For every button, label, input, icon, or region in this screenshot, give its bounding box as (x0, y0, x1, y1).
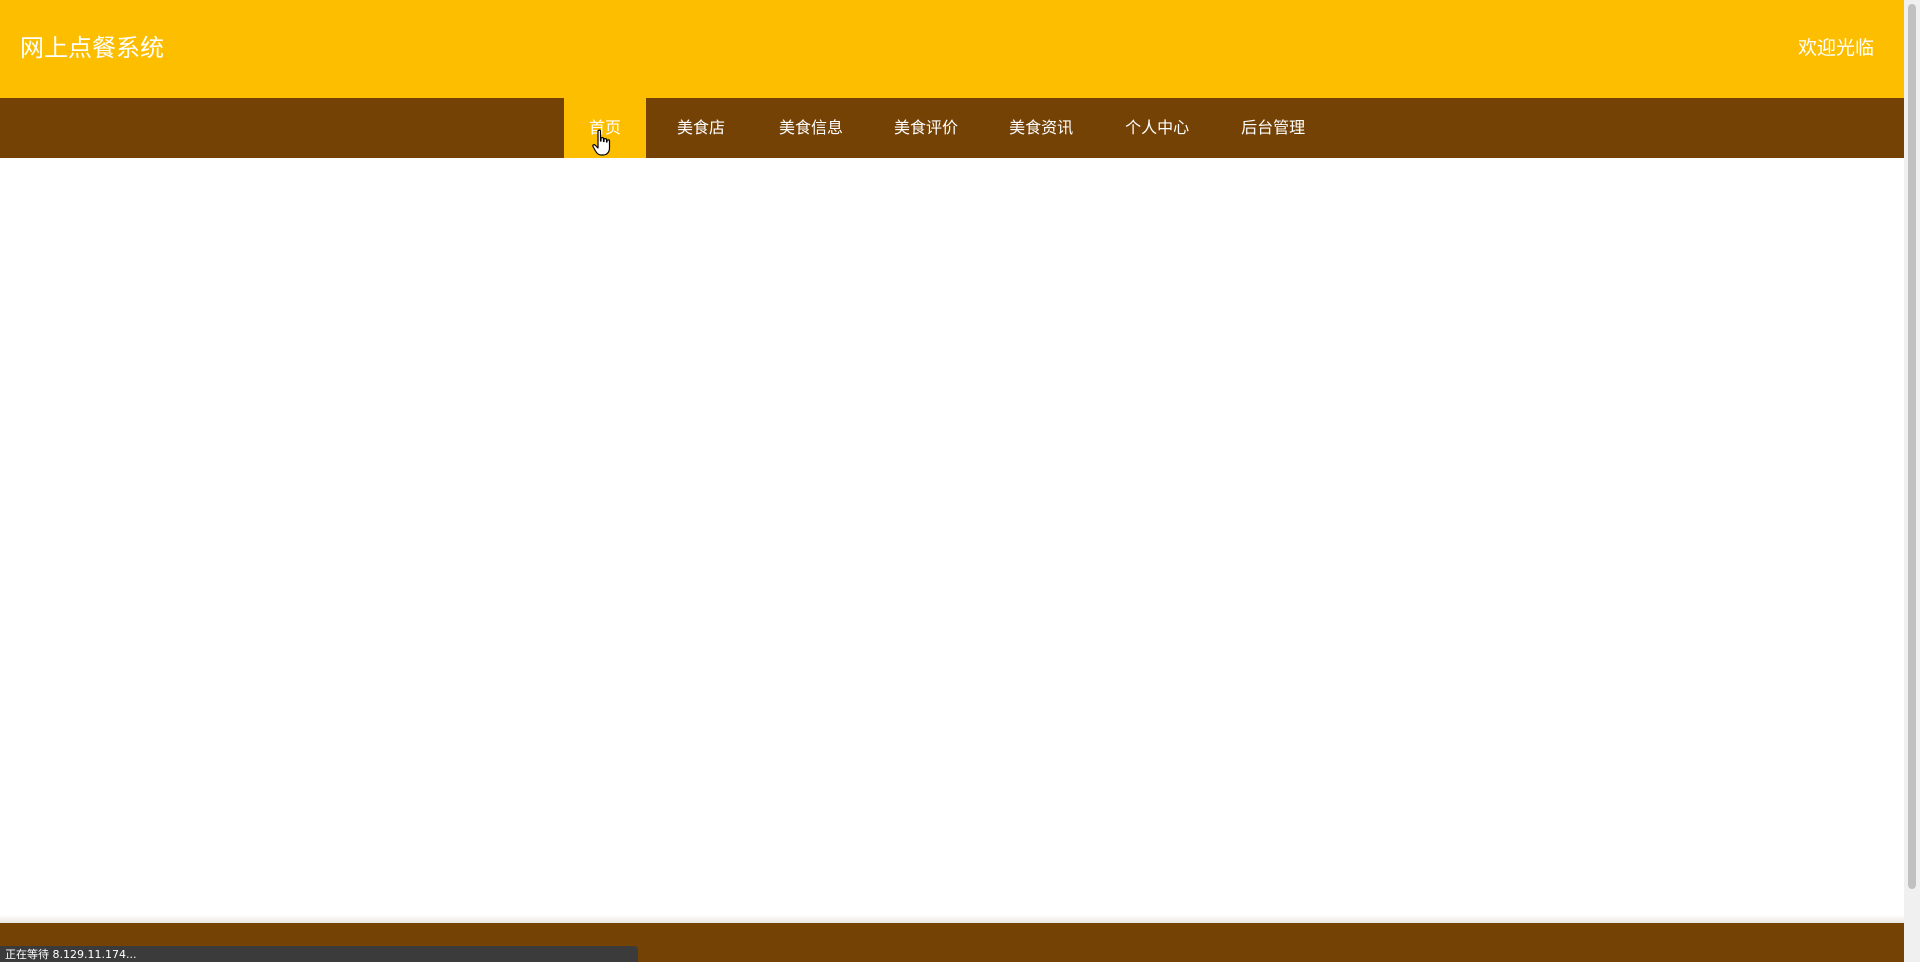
nav-item-admin[interactable]: 后台管理 (1215, 98, 1331, 158)
nav-item-home[interactable]: 首页 (564, 98, 647, 158)
site-header: 网上点餐系统 欢迎光临 (0, 0, 1904, 98)
browser-page: 网上点餐系统 欢迎光临 首页 美食店 美食信息 美食评价 美食资讯 个人中心 后… (0, 0, 1920, 962)
nav-item-personal-center[interactable]: 个人中心 (1099, 98, 1215, 158)
welcome-text: 欢迎光临 (1797, 37, 1874, 59)
site-title: 网上点餐系统 (20, 34, 164, 62)
nav-item-food-reviews[interactable]: 美食评价 (868, 98, 983, 158)
footer-divider (0, 915, 1904, 923)
browser-status-bar: 正在等待 8.129.11.174... (0, 946, 638, 962)
page-viewport: 网上点餐系统 欢迎光临 首页 美食店 美食信息 美食评价 美食资讯 个人中心 后… (0, 0, 1904, 962)
nav-item-food-news[interactable]: 美食资讯 (983, 98, 1099, 158)
nav-list: 首页 美食店 美食信息 美食评价 美食资讯 个人中心 后台管理 (564, 98, 1331, 158)
scrollbar-thumb[interactable] (1908, 4, 1916, 889)
vertical-scrollbar[interactable] (1904, 0, 1920, 962)
main-nav: 首页 美食店 美食信息 美食评价 美食资讯 个人中心 后台管理 (0, 98, 1904, 158)
nav-item-food-stores[interactable]: 美食店 (646, 98, 756, 158)
nav-item-food-info[interactable]: 美食信息 (756, 98, 868, 158)
